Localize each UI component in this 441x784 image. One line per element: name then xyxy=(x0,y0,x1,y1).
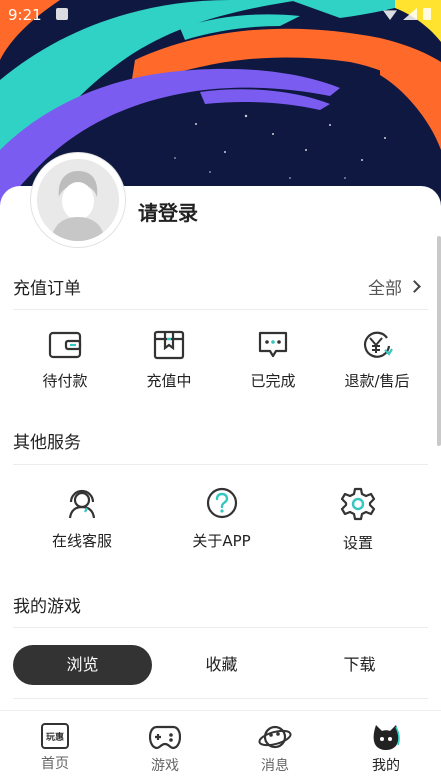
orders-all-link[interactable]: 全部 xyxy=(368,274,421,299)
default-avatar-icon xyxy=(37,159,119,241)
divider xyxy=(13,698,428,699)
status-indicators xyxy=(383,8,431,20)
wallet-icon xyxy=(48,331,82,359)
games-tabs: 浏览 收藏 下载 xyxy=(13,645,428,687)
orders-title: 充值订单 xyxy=(13,279,81,299)
service-online-support[interactable]: 在线客服 xyxy=(47,486,117,551)
order-item-label: 待付款 xyxy=(42,372,88,390)
orders-all-label: 全部 xyxy=(368,279,402,299)
order-item-label: 退款/售后 xyxy=(344,372,410,390)
bottom-navigation: 玩惠 首页 游戏 消息 我的 xyxy=(0,710,441,784)
status-time: 9:21 xyxy=(8,6,42,24)
nav-home[interactable]: 玩惠 首页 xyxy=(15,723,95,773)
service-item-label: 在线客服 xyxy=(51,532,112,550)
games-title: 我的游戏 xyxy=(13,597,81,617)
wifi-icon xyxy=(383,10,397,20)
profile-cat-icon xyxy=(373,725,400,750)
nav-label: 游戏 xyxy=(151,758,179,774)
chat-dots-icon xyxy=(258,331,288,358)
service-item-label: 设置 xyxy=(342,534,373,552)
planet-icon xyxy=(258,725,292,749)
service-item-label: 关于APP xyxy=(192,532,251,550)
battery-icon xyxy=(423,8,431,20)
order-recharging[interactable]: 充值中 xyxy=(134,330,204,391)
nav-games[interactable]: 游戏 xyxy=(125,723,205,775)
tab-browse[interactable]: 浏览 xyxy=(13,645,152,685)
yuan-refund-icon xyxy=(363,331,393,358)
nav-label: 消息 xyxy=(261,758,289,774)
nav-messages[interactable]: 消息 xyxy=(235,723,315,775)
headset-icon xyxy=(68,489,96,519)
login-link[interactable]: 请登录 xyxy=(138,197,198,226)
divider xyxy=(13,627,428,628)
nav-label: 我的 xyxy=(372,758,400,774)
gamepad-icon xyxy=(149,725,181,750)
home-wan-icon: 玩惠 xyxy=(41,723,69,749)
scrollbar[interactable] xyxy=(437,236,441,446)
divider xyxy=(13,464,428,465)
divider xyxy=(13,309,428,310)
nav-label: 首页 xyxy=(41,756,69,772)
question-icon xyxy=(206,487,237,519)
order-refund[interactable]: 退款/售后 xyxy=(332,330,422,391)
avatar[interactable] xyxy=(31,153,125,247)
order-pending-payment[interactable]: 待付款 xyxy=(30,330,100,391)
service-about-app[interactable]: 关于APP xyxy=(184,486,259,551)
chevron-right-icon xyxy=(408,280,421,293)
service-settings[interactable]: 设置 xyxy=(323,486,393,553)
services-title: 其他服务 xyxy=(13,433,81,453)
order-item-label: 已完成 xyxy=(250,372,296,390)
signal-icon xyxy=(403,8,417,20)
package-icon xyxy=(153,330,185,360)
order-item-label: 充值中 xyxy=(146,372,192,390)
order-completed[interactable]: 已完成 xyxy=(238,330,308,391)
notification-icon xyxy=(56,8,68,20)
tab-downloads[interactable]: 下载 xyxy=(291,645,428,685)
tab-favorites[interactable]: 收藏 xyxy=(152,645,291,685)
nav-mine[interactable]: 我的 xyxy=(346,723,426,775)
gear-icon xyxy=(340,487,376,521)
status-bar: 9:21 xyxy=(0,0,441,30)
